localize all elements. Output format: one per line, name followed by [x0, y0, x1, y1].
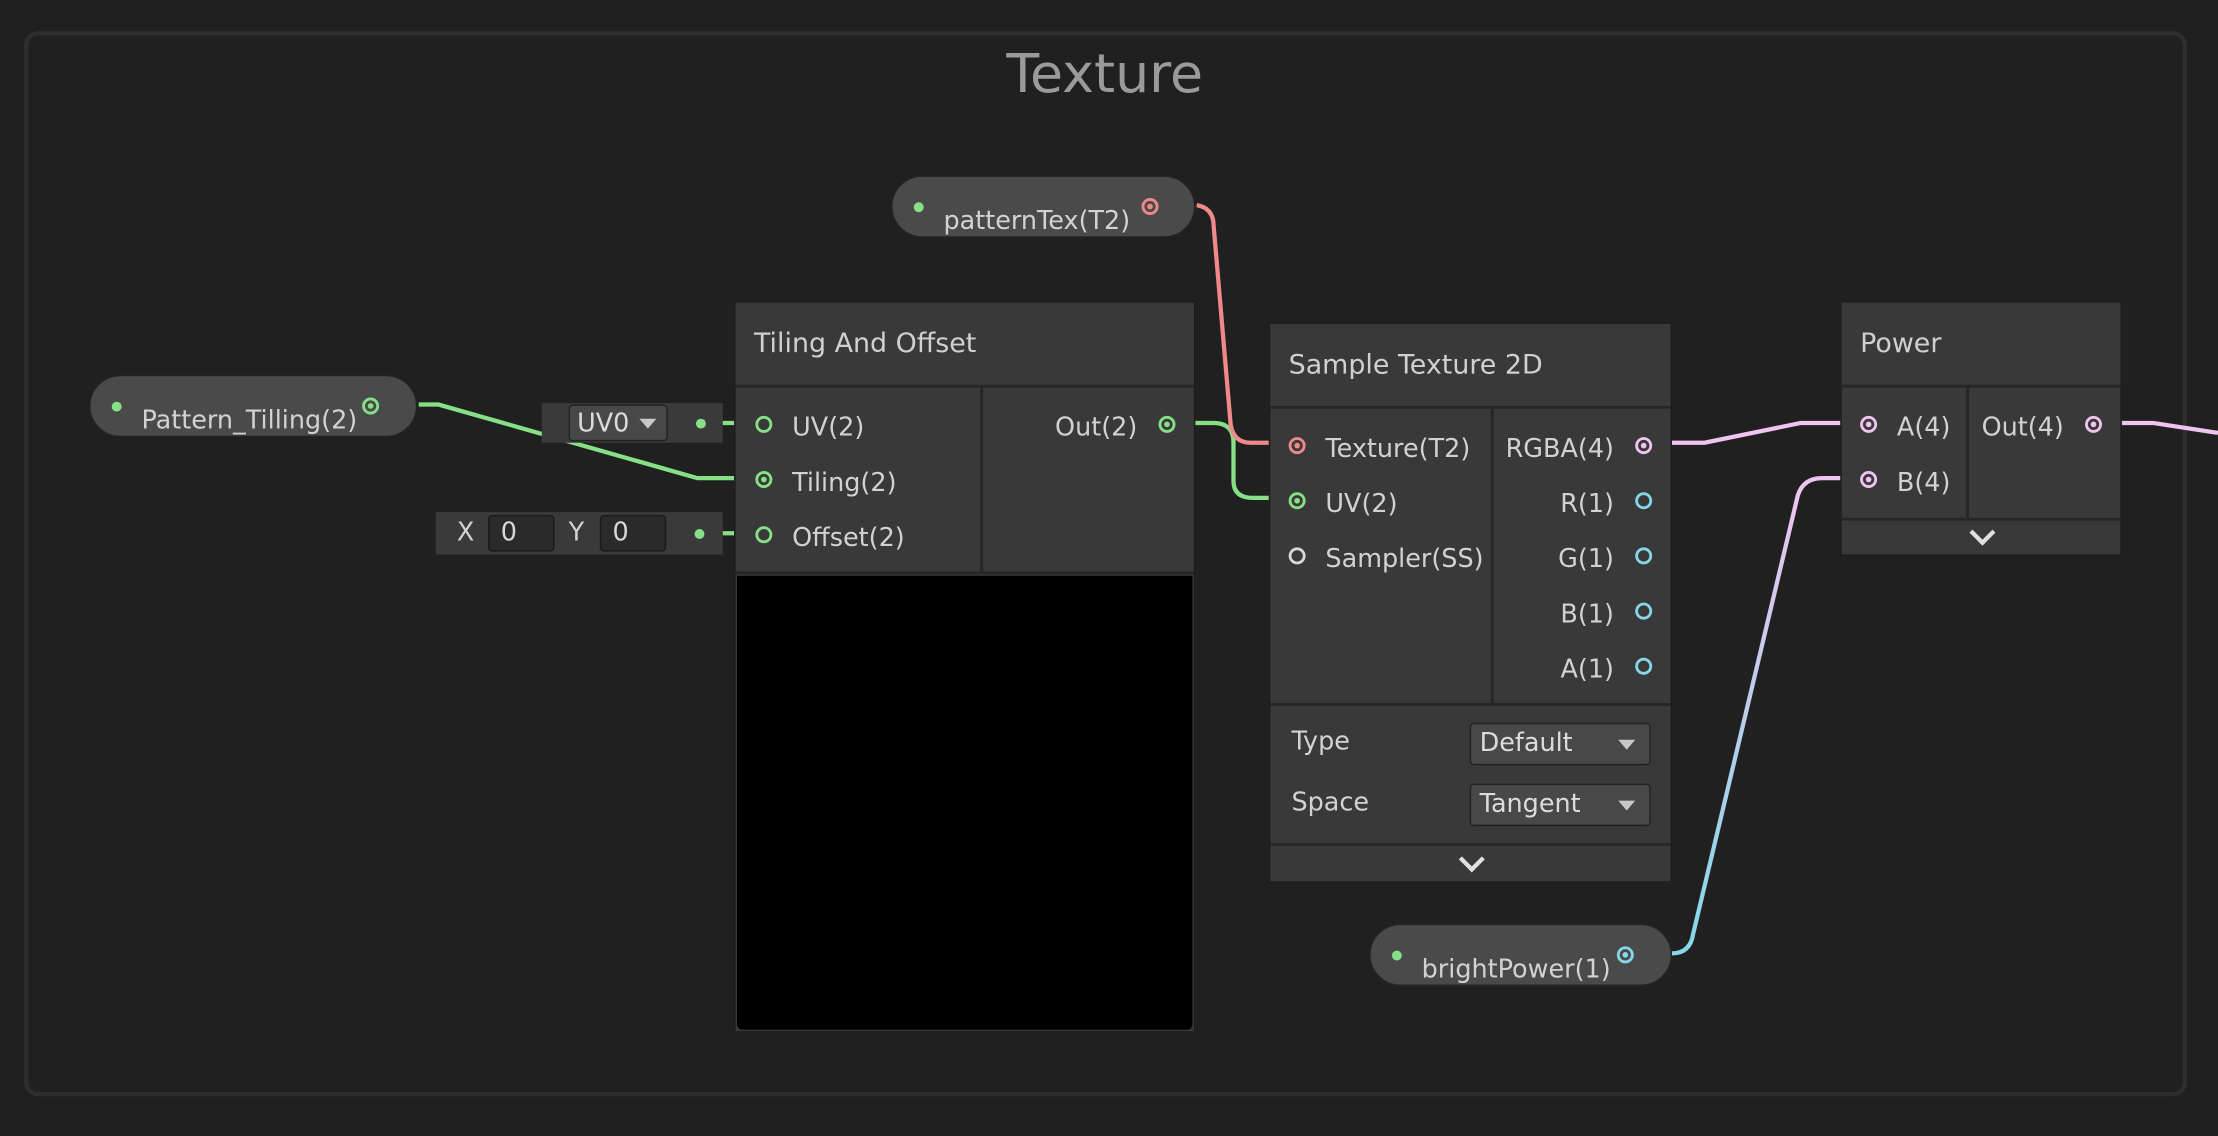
tiling-out-label: Out(2) [1055, 413, 1138, 443]
chevron-down-icon [1458, 846, 1485, 873]
uv-channel-field: UV0 [541, 403, 723, 443]
a-input-port[interactable] [1860, 415, 1878, 433]
sampler-input-port[interactable] [1288, 547, 1306, 565]
r-output-port[interactable] [1635, 492, 1653, 510]
tiling-input-label: Tiling(2) [792, 468, 897, 498]
b-input-port[interactable] [1860, 471, 1878, 489]
offset-field-port-dot [694, 529, 705, 539]
space-label: Space [1291, 787, 1370, 818]
power-out-label: Out(4) [1981, 413, 2064, 443]
tiling-and-offset-node[interactable]: Tiling And Offset UV(2) Tiling(2) Offset… [734, 301, 1196, 1033]
dropdown-arrow-icon [1618, 739, 1636, 750]
property-dot [111, 401, 122, 412]
section-divider [735, 571, 1194, 575]
uv-input-label: UV(2) [792, 413, 865, 443]
offset-x-label: X [456, 517, 475, 548]
b-output-port[interactable] [1635, 602, 1653, 620]
uv-channel-value: UV0 [577, 408, 630, 439]
offset-x-value: 0 [500, 517, 517, 548]
power-out-port[interactable] [2085, 415, 2103, 433]
type-value: Default [1479, 728, 1573, 759]
b-output-label: B(1) [1560, 599, 1614, 630]
r-output-label: R(1) [1560, 489, 1614, 520]
uv-input-label: UV(2) [1325, 489, 1398, 520]
property-dot [1391, 950, 1402, 961]
offset-x-input[interactable]: 0 [488, 514, 555, 552]
node-preview [736, 575, 1193, 1030]
pattern-tex-output-port[interactable] [1141, 198, 1159, 216]
space-dropdown[interactable]: Tangent [1469, 783, 1651, 827]
chevron-down-icon [1969, 519, 1996, 546]
sample-texture-2d-node[interactable]: Sample Texture 2D Texture(T2) UV(2) Samp… [1268, 322, 1672, 883]
property-dot [913, 202, 924, 213]
pattern-tilling-property-node[interactable]: Pattern_Tilling(2) [89, 374, 418, 438]
power-node[interactable]: Power A(4) B(4) Out(4) [1840, 301, 2122, 556]
uv-input-port[interactable] [755, 415, 773, 433]
g-output-port[interactable] [1635, 547, 1653, 565]
tiling-input-port[interactable] [755, 471, 773, 489]
bright-power-label: brightPower(1) [1421, 954, 1611, 985]
uv-field-port-dot [695, 418, 706, 429]
offset-input-label: Offset(2) [792, 523, 905, 554]
offset-y-label: Y [568, 517, 585, 548]
type-label: Type [1291, 727, 1350, 757]
offset-y-value: 0 [612, 517, 629, 548]
tiling-and-offset-title[interactable]: Tiling And Offset [735, 302, 1194, 388]
collapse-toggle[interactable] [1842, 519, 2121, 555]
type-dropdown[interactable]: Default [1469, 722, 1651, 766]
offset-input-port[interactable] [755, 526, 773, 544]
uv-channel-dropdown[interactable]: UV0 [568, 404, 668, 442]
rgba-output-label: RGBA(4) [1505, 434, 1614, 464]
sample-texture-title[interactable]: Sample Texture 2D [1270, 323, 1671, 409]
power-title[interactable]: Power [1841, 302, 2121, 388]
section-divider [1270, 703, 1671, 706]
tiling-out-port[interactable] [1158, 415, 1176, 433]
a-output-label: A(1) [1560, 654, 1614, 685]
port-divider [1966, 387, 1970, 518]
bright-power-output-port[interactable] [1616, 946, 1634, 964]
a-output-port[interactable] [1635, 657, 1653, 675]
rgba-output-port[interactable] [1635, 437, 1653, 455]
edge-bright-power-to-b [1671, 475, 1859, 956]
shader-graph-canvas[interactable]: Texture patternTex(T2) Pattern_Tilling(2… [0, 0, 2218, 1136]
dropdown-arrow-icon [639, 418, 657, 429]
sampler-input-label: Sampler(SS) [1325, 544, 1484, 575]
port-divider [1490, 408, 1494, 704]
pattern-tilling-label: Pattern_Tilling(2) [141, 405, 358, 436]
collapse-toggle[interactable] [1270, 846, 1670, 881]
offset-vector-field: X 0 Y 0 [435, 512, 723, 555]
texture-input-port[interactable] [1288, 437, 1306, 455]
edge-rgba-to-a [1652, 420, 1859, 445]
texture-input-label: Texture(T2) [1325, 434, 1471, 464]
g-output-label: G(1) [1558, 544, 1614, 575]
space-value: Tangent [1479, 789, 1581, 820]
b-input-label: B(4) [1896, 468, 1951, 498]
a-input-label: A(4) [1896, 413, 1951, 443]
bright-power-property-node[interactable]: brightPower(1) [1369, 923, 1672, 986]
pattern-tex-label: patternTex(T2) [943, 206, 1131, 237]
port-divider [980, 387, 984, 572]
offset-y-input[interactable]: 0 [599, 514, 667, 552]
uv-input-port[interactable] [1288, 492, 1306, 510]
pattern-tex-property-node[interactable]: patternTex(T2) [891, 175, 1196, 238]
pattern-tilling-output-port[interactable] [362, 397, 380, 415]
dropdown-arrow-icon [1618, 800, 1636, 811]
